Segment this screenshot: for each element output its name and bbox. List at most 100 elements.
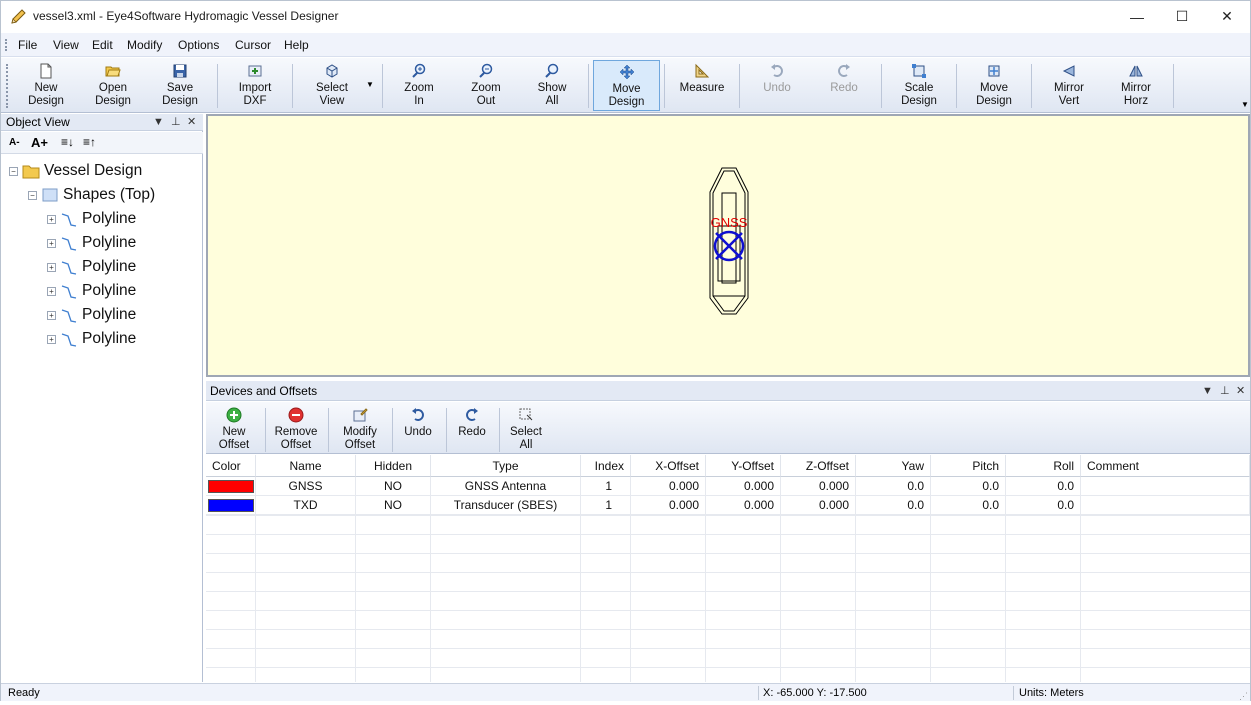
menu-help[interactable]: Help (284, 38, 309, 52)
pin-icon[interactable]: ⊥ (1220, 381, 1230, 401)
show-all-button[interactable]: Show All (523, 60, 581, 110)
tree-item-polyline[interactable]: + Polyline (47, 304, 136, 326)
close-button[interactable]: ✕ (1204, 1, 1250, 32)
tree-item-shapes-top[interactable]: − Shapes (Top) (28, 184, 155, 206)
dropdown-icon[interactable]: ▼ (1202, 381, 1213, 401)
pin-icon[interactable]: ⊥ (171, 114, 181, 131)
open-design-button[interactable]: Open Design (84, 60, 142, 110)
collapse-icon[interactable]: − (28, 190, 37, 200)
column-header-roll[interactable]: Roll (1006, 455, 1081, 477)
select-view-dropdown-arrow[interactable]: ▼ (366, 80, 374, 89)
column-header-yaw[interactable]: Yaw (856, 455, 931, 477)
remove-offset-button[interactable]: Remove Offset (270, 404, 322, 454)
table-row[interactable]: GNSS NO GNSS Antenna 1 0.000 0.000 0.000… (206, 477, 1250, 496)
tree-item-vessel-design[interactable]: − Vessel Design (9, 160, 142, 182)
select-view-button[interactable]: Select View (301, 60, 363, 110)
save-design-button[interactable]: Save Design (151, 60, 209, 110)
measure-button[interactable]: Measure (672, 60, 732, 110)
modify-offset-button[interactable]: Modify Offset (334, 404, 386, 454)
x-offset-cell[interactable]: 0.000 (631, 477, 706, 496)
select-all-button[interactable]: Select All (504, 404, 548, 454)
close-icon[interactable]: ✕ (187, 114, 196, 131)
menu-options[interactable]: Options (178, 38, 219, 52)
expand-icon[interactable]: + (47, 238, 56, 248)
expand-icon[interactable]: + (47, 310, 56, 320)
table-row[interactable]: TXD NO Transducer (SBES) 1 0.000 0.000 0… (206, 496, 1250, 515)
column-header-color[interactable]: Color (206, 455, 256, 477)
tree-item-polyline[interactable]: + Polyline (47, 256, 136, 278)
yaw-cell[interactable]: 0.0 (856, 496, 931, 515)
mirror-horz-button[interactable]: Mirror Horz (1106, 60, 1166, 110)
column-header-index[interactable]: Index (581, 455, 631, 477)
toolbar-overflow-icon[interactable]: ▼ (1241, 100, 1249, 109)
index-cell[interactable]: 1 (581, 496, 631, 515)
column-header-y-offset[interactable]: Y-Offset (706, 455, 781, 477)
font-larger-button[interactable]: A+ (31, 135, 48, 150)
expand-icon[interactable]: + (47, 214, 56, 224)
hidden-cell[interactable]: NO (356, 496, 431, 515)
z-offset-cell[interactable]: 0.000 (781, 496, 856, 515)
design-canvas[interactable]: GNSS (206, 114, 1250, 377)
name-cell[interactable]: TXD (256, 496, 356, 515)
hidden-cell[interactable]: NO (356, 477, 431, 496)
column-header-x-offset[interactable]: X-Offset (631, 455, 706, 477)
scale-design-button[interactable]: Scale Design (889, 60, 949, 110)
tree-item-polyline[interactable]: + Polyline (47, 208, 136, 230)
roll-cell[interactable]: 0.0 (1006, 496, 1081, 515)
pitch-cell[interactable]: 0.0 (931, 496, 1006, 515)
sort-ascending-icon[interactable]: ≡↓ (61, 135, 74, 149)
maximize-button[interactable]: ☐ (1159, 1, 1205, 32)
column-header-hidden[interactable]: Hidden (356, 455, 431, 477)
zoom-out-button[interactable]: Zoom Out (457, 60, 515, 110)
menu-file[interactable]: File (18, 38, 37, 52)
x-offset-cell[interactable]: 0.000 (631, 496, 706, 515)
column-header-pitch[interactable]: Pitch (931, 455, 1006, 477)
menu-view[interactable]: View (53, 38, 79, 52)
expand-icon[interactable]: + (47, 286, 56, 296)
tree-item-polyline[interactable]: + Polyline (47, 328, 136, 350)
color-cell[interactable] (206, 496, 256, 515)
comment-cell[interactable] (1081, 496, 1250, 515)
sort-descending-icon[interactable]: ≡↑ (83, 135, 96, 149)
expand-icon[interactable]: + (47, 262, 56, 272)
menu-modify[interactable]: Modify (127, 38, 162, 52)
tree-item-polyline[interactable]: + Polyline (47, 232, 136, 254)
pitch-cell[interactable]: 0.0 (931, 477, 1006, 496)
column-header-comment[interactable]: Comment (1081, 455, 1250, 477)
z-offset-cell[interactable]: 0.000 (781, 477, 856, 496)
devices-undo-button[interactable]: Undo (396, 404, 440, 454)
comment-cell[interactable] (1081, 477, 1250, 496)
y-offset-cell[interactable]: 0.000 (706, 477, 781, 496)
txd-device-marker[interactable] (713, 230, 745, 262)
tree-item-polyline[interactable]: + Polyline (47, 280, 136, 302)
name-cell[interactable]: GNSS (256, 477, 356, 496)
menu-edit[interactable]: Edit (92, 38, 113, 52)
move-design-button[interactable]: Move Design (593, 60, 660, 111)
undo-button[interactable]: Undo (748, 60, 806, 110)
collapse-icon[interactable]: − (9, 166, 18, 176)
dropdown-icon[interactable]: ▼ (153, 114, 164, 131)
move-design-2-button[interactable]: Move Design (964, 60, 1024, 110)
zoom-in-button[interactable]: Zoom In (390, 60, 448, 110)
index-cell[interactable]: 1 (581, 477, 631, 496)
minimize-button[interactable]: — (1114, 1, 1160, 32)
new-design-button[interactable]: New Design (17, 60, 75, 110)
expand-icon[interactable]: + (47, 334, 56, 344)
close-icon[interactable]: ✕ (1236, 381, 1245, 401)
color-cell[interactable] (206, 477, 256, 496)
column-header-type[interactable]: Type (431, 455, 581, 477)
y-offset-cell[interactable]: 0.000 (706, 496, 781, 515)
resize-grip-icon[interactable]: ⋰ (1239, 687, 1248, 705)
type-cell[interactable]: Transducer (SBES) (431, 496, 581, 515)
import-dxf-button[interactable]: Import DXF (226, 60, 284, 110)
yaw-cell[interactable]: 0.0 (856, 477, 931, 496)
column-header-z-offset[interactable]: Z-Offset (781, 455, 856, 477)
new-offset-button[interactable]: New Offset (208, 404, 260, 454)
mirror-vert-button[interactable]: Mirror Vert (1039, 60, 1099, 110)
redo-button[interactable]: Redo (815, 60, 873, 110)
font-smaller-button[interactable]: A- (9, 137, 20, 148)
devices-redo-button[interactable]: Redo (450, 404, 494, 454)
column-header-name[interactable]: Name (256, 455, 356, 477)
menu-cursor[interactable]: Cursor (235, 38, 271, 52)
roll-cell[interactable]: 0.0 (1006, 477, 1081, 496)
